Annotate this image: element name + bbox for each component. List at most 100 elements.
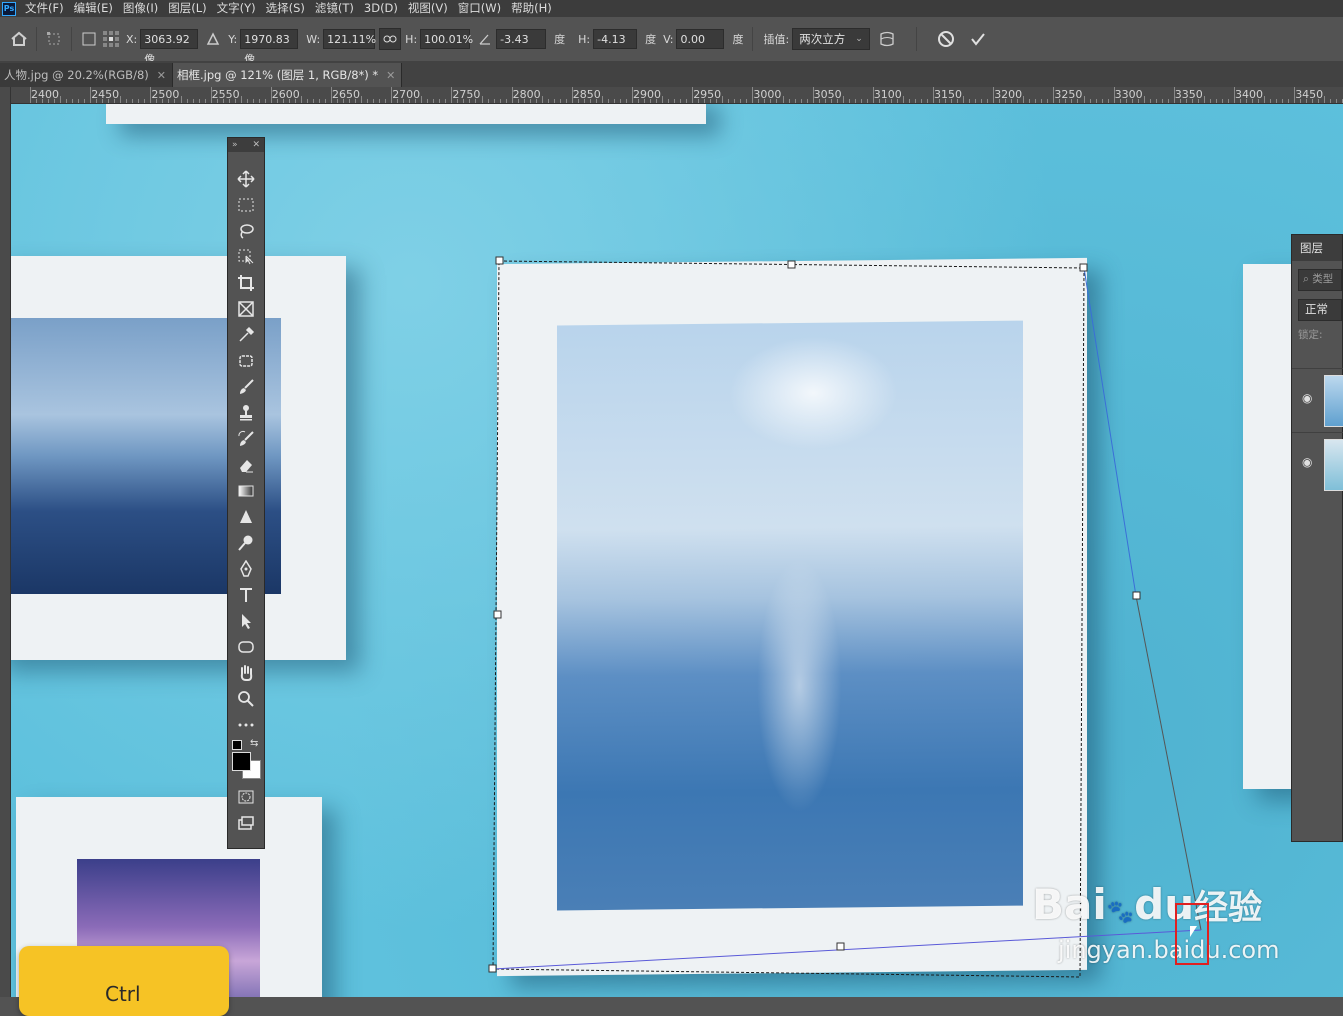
ruler-minor-tick	[282, 99, 284, 103]
transform-tool-icon[interactable]	[43, 28, 65, 50]
dodge-tool-icon[interactable]	[228, 530, 264, 556]
menu-image[interactable]: 图像(I)	[118, 0, 163, 17]
ruler-minor-tick	[704, 99, 706, 103]
patch-tool-icon[interactable]	[228, 348, 264, 374]
ruler-minor-tick	[1276, 99, 1278, 103]
x-position-field[interactable]: 3063.92 像	[140, 29, 199, 66]
ruler-minor-tick	[1125, 99, 1127, 103]
foreground-color-swatch[interactable]	[232, 752, 251, 771]
ruler-minor-tick	[204, 99, 206, 103]
interpolation-select[interactable]: 两次立方 ⌄	[792, 28, 870, 50]
collapse-icon[interactable]: »	[232, 140, 238, 150]
ruler-minor-tick	[854, 99, 856, 103]
ruler-minor-tick	[746, 99, 748, 103]
y-position-field[interactable]: 1970.83 像	[240, 29, 299, 66]
commit-transform-icon[interactable]	[967, 28, 989, 50]
cancel-transform-icon[interactable]	[935, 28, 957, 50]
clone-stamp-tool-icon[interactable]	[228, 400, 264, 426]
horizontal-skew-field[interactable]: -4.13	[593, 29, 638, 49]
layers-panel-tab[interactable]: 图层	[1292, 235, 1342, 261]
photoshop-logo-icon: Ps	[2, 1, 16, 16]
quick-mask-icon[interactable]	[228, 784, 264, 810]
layer-row[interactable]: ◉	[1292, 368, 1343, 427]
ruler-minor-tick	[379, 99, 381, 103]
ruler-minor-tick	[144, 99, 146, 103]
tab-frame-doc[interactable]: 相框.jpg @ 121% (图层 1, RGB/8*) * ✕	[172, 63, 403, 87]
eye-visibility-icon[interactable]: ◉	[1302, 391, 1312, 405]
menu-3d[interactable]: 3D(D)	[359, 0, 403, 17]
menu-layer[interactable]: 图层(L)	[163, 0, 211, 17]
screen-mode-icon[interactable]	[228, 810, 264, 836]
brush-tool-icon[interactable]	[228, 374, 264, 400]
ruler-minor-tick	[403, 99, 405, 103]
menu-filter[interactable]: 滤镜(T)	[310, 0, 359, 17]
more-tools-icon[interactable]	[228, 712, 264, 738]
close-icon[interactable]: ✕	[157, 69, 166, 82]
zoom-tool-icon[interactable]	[228, 686, 264, 712]
menu-file[interactable]: 文件(F)	[20, 0, 69, 17]
frame-tool-icon[interactable]	[228, 296, 264, 322]
eyedropper-tool-icon[interactable]	[228, 322, 264, 348]
layer-row[interactable]: ◉	[1292, 432, 1343, 491]
tab-portrait-doc[interactable]: 人物.jpg @ 20.2%(RGB/8) ✕	[0, 63, 173, 87]
ruler-minor-tick	[878, 99, 880, 103]
warp-mode-icon[interactable]	[876, 28, 898, 50]
ruler-minor-tick	[439, 99, 441, 103]
transform-bounding-box[interactable]	[11, 104, 1343, 997]
color-swatches[interactable]: ⇆	[228, 738, 264, 784]
menu-view[interactable]: 视图(V)	[403, 0, 453, 17]
object-selection-tool-icon[interactable]	[228, 244, 264, 270]
marquee-tool-icon[interactable]	[228, 192, 264, 218]
relative-position-triangle-icon[interactable]	[202, 28, 224, 50]
close-icon[interactable]: ✕	[252, 140, 260, 150]
ruler-minor-tick	[607, 99, 609, 103]
history-brush-tool-icon[interactable]	[228, 426, 264, 452]
ruler-minor-tick	[493, 99, 495, 103]
eye-visibility-icon[interactable]: ◉	[1302, 455, 1312, 469]
blend-mode-select[interactable]: 正常	[1298, 299, 1342, 321]
lasso-tool-icon[interactable]	[228, 218, 264, 244]
vertical-skew-field[interactable]: 0.00	[676, 29, 725, 49]
reference-point-checkbox-icon[interactable]	[78, 28, 100, 50]
ruler-minor-tick	[595, 99, 597, 103]
menu-window[interactable]: 窗口(W)	[453, 0, 506, 17]
ruler-minor-tick	[920, 99, 922, 103]
menu-select[interactable]: 选择(S)	[261, 0, 310, 17]
ruler-minor-tick	[1300, 99, 1302, 103]
blur-tool-icon[interactable]	[228, 504, 264, 530]
rotate-angle-field[interactable]: -3.43	[496, 29, 547, 49]
layer-filter-search[interactable]: ⌕ 类型	[1298, 269, 1342, 291]
ruler-minor-tick	[523, 99, 525, 103]
pen-tool-icon[interactable]	[228, 556, 264, 582]
ruler-minor-tick	[529, 99, 531, 103]
hand-tool-icon[interactable]	[228, 660, 264, 686]
menu-type[interactable]: 文字(Y)	[212, 0, 261, 17]
ruler-minor-tick	[535, 99, 537, 103]
crop-tool-icon[interactable]	[228, 270, 264, 296]
eraser-tool-icon[interactable]	[228, 452, 264, 478]
ruler-minor-tick	[908, 99, 910, 103]
close-icon[interactable]: ✕	[386, 69, 395, 82]
shape-tool-icon[interactable]	[228, 634, 264, 660]
menu-help[interactable]: 帮助(H)	[506, 0, 557, 17]
ruler-minor-tick	[577, 99, 579, 103]
ruler-minor-tick	[1197, 99, 1199, 103]
default-colors-icon[interactable]	[232, 740, 242, 750]
path-selection-tool-icon[interactable]	[228, 608, 264, 634]
ruler-minor-tick	[951, 99, 953, 103]
height-percent-field[interactable]: 100.01%	[420, 29, 473, 49]
width-percent-field[interactable]: 121.11%	[323, 29, 376, 49]
ruler-minor-tick	[1107, 99, 1109, 103]
tools-panel-header[interactable]: » ✕	[228, 138, 264, 152]
ruler-minor-tick	[1143, 96, 1145, 103]
type-tool-icon[interactable]	[228, 582, 264, 608]
reference-point-grid-icon[interactable]	[100, 28, 122, 50]
document-canvas[interactable]	[11, 104, 1343, 997]
link-aspect-ratio-icon[interactable]	[379, 28, 402, 50]
home-icon[interactable]	[8, 28, 30, 50]
gradient-tool-icon[interactable]	[228, 478, 264, 504]
divider	[36, 27, 37, 51]
menu-edit[interactable]: 编辑(E)	[69, 0, 118, 17]
move-tool-icon[interactable]	[228, 166, 264, 192]
swap-colors-icon[interactable]: ⇆	[250, 738, 258, 749]
